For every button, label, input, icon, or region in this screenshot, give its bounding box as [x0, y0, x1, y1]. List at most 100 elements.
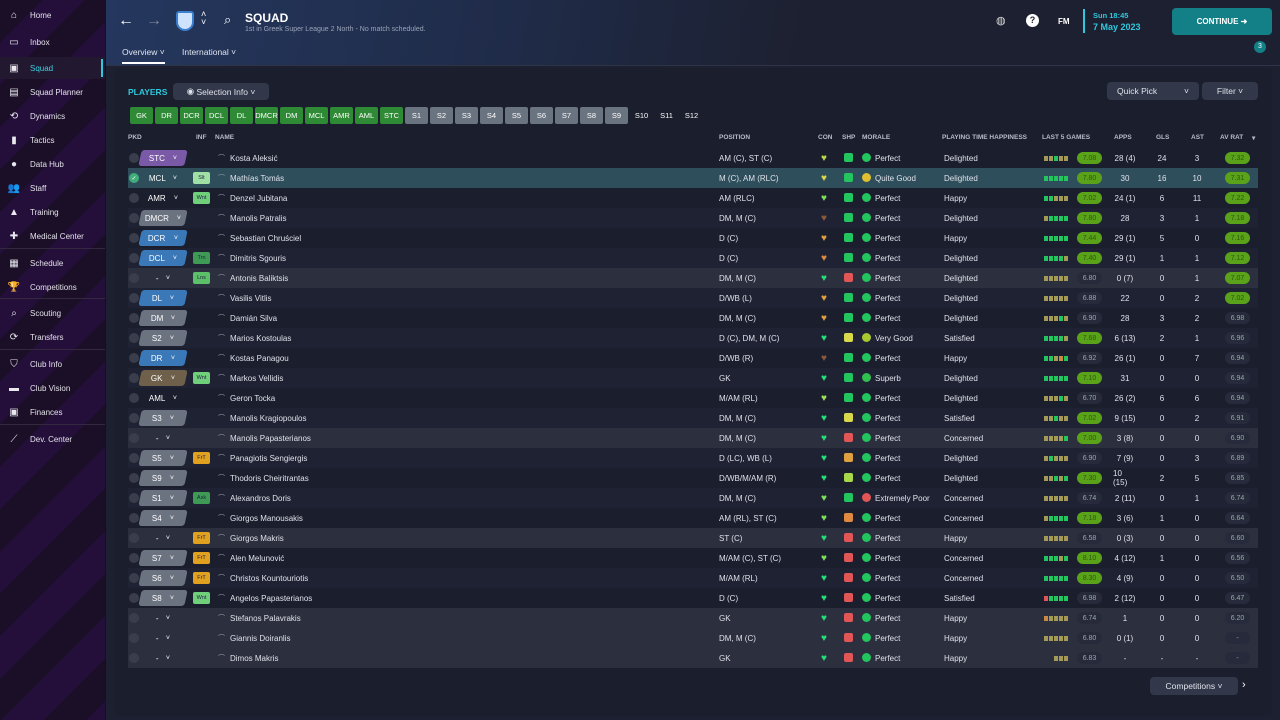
player-name[interactable]: Sebastian Chruściel	[230, 228, 301, 248]
picked-checkbox[interactable]	[129, 153, 139, 163]
player-name[interactable]: Antonis Baliktsis	[230, 268, 288, 288]
player-name[interactable]: Dimos Makris	[230, 648, 278, 668]
table-row[interactable]: - ˅ Lns ⌒ Antonis Baliktsis DM, M (C) ♥ Perfect…	[128, 268, 1258, 288]
chevron-right-icon[interactable]: ›	[1242, 679, 1246, 691]
interaction-badge[interactable]: Wnt	[193, 592, 210, 604]
table-row[interactable]: - ˅ ⌒ Manolis Papasterianos DM, M (C) ♥ Perfec…	[128, 428, 1258, 448]
table-row[interactable]: DCL ˅ Trn ⌒ Dimitris Sgouris D (C) ♥ Perfect Del…	[128, 248, 1258, 268]
position-chip-s10[interactable]: S10	[630, 107, 653, 124]
filter-button[interactable]: Filter ˅	[1202, 82, 1258, 100]
selection-dropdown[interactable]: DCL ˅	[138, 250, 188, 266]
quick-pick-button[interactable]: Quick Pick ˅	[1107, 82, 1199, 100]
player-name[interactable]: Alen Melunović	[230, 548, 284, 568]
table-row[interactable]: S8 ˅ Wnt ⌒ Angelos Papasterianos D (C) ♥ Perfec…	[128, 588, 1258, 608]
sidebar-item-training[interactable]: ▲ Training	[0, 201, 105, 223]
table-row[interactable]: S9 ˅ ⌒ Thodoris Cheiritrantas D/WB/M/AM (R) ♥…	[128, 468, 1258, 488]
picked-checkbox[interactable]	[129, 453, 139, 463]
position-chip-s6[interactable]: S6	[530, 107, 553, 124]
picked-checkbox[interactable]	[129, 593, 139, 603]
player-name[interactable]: Geron Tocka	[230, 388, 275, 408]
column-header-morale[interactable]: MORALE	[862, 134, 890, 141]
selection-dropdown[interactable]: MCL ˅	[138, 170, 187, 186]
column-header-ast[interactable]: AST	[1191, 134, 1204, 141]
position-chip-dl[interactable]: DL	[230, 107, 253, 124]
help-icon[interactable]: ?	[1026, 14, 1039, 27]
selection-dropdown[interactable]: - ˅	[138, 650, 187, 666]
position-chip-dcl[interactable]: DCL	[205, 107, 228, 124]
picked-checkbox[interactable]	[129, 573, 139, 583]
selection-dropdown[interactable]: S6 ˅	[138, 570, 188, 586]
table-row[interactable]: S3 ˅ ⌒ Manolis Kragiopoulos DM, M (C) ♥ Perfec…	[128, 408, 1258, 428]
picked-checkbox[interactable]	[129, 313, 139, 323]
sidebar-item-inbox[interactable]: ▭ Inbox	[0, 31, 105, 53]
column-header-last5[interactable]: LAST 5 GAMES	[1042, 134, 1090, 141]
sidebar-item-home[interactable]: ⌂ Home	[0, 4, 105, 26]
picked-checkbox[interactable]	[129, 653, 139, 663]
picked-checkbox[interactable]	[129, 393, 139, 403]
picked-checkbox[interactable]	[129, 493, 139, 503]
sidebar-item-squad[interactable]: ▣ Squad	[0, 57, 105, 79]
selection-dropdown[interactable]: S4 ˅	[138, 510, 188, 526]
picked-checkbox[interactable]	[129, 293, 139, 303]
column-header-position[interactable]: POSITION	[719, 134, 750, 141]
sidebar-item-scouting[interactable]: ⌕ Scouting	[0, 302, 105, 324]
continue-button[interactable]: CONTINUE ➜	[1172, 8, 1272, 35]
table-row[interactable]: DL ˅ ⌒ Vasilis Vitlis D/WB (L) ♥ Perfect Deligh…	[128, 288, 1258, 308]
position-chip-aml[interactable]: AML	[355, 107, 378, 124]
selection-dropdown[interactable]: AMR ˅	[138, 190, 187, 206]
position-chip-s5[interactable]: S5	[505, 107, 528, 124]
notification-badge[interactable]: 3	[1254, 41, 1266, 53]
selection-dropdown[interactable]: S8 ˅	[138, 590, 188, 606]
picked-checkbox[interactable]	[129, 473, 139, 483]
table-row[interactable]: - ˅ ⌒ Dimos Makris GK ♥ Perfect Happy 6.83- - - -	[128, 648, 1258, 668]
picked-checkbox[interactable]	[129, 413, 139, 423]
selection-dropdown[interactable]: S2 ˅	[138, 330, 188, 346]
picked-checkbox[interactable]	[129, 533, 139, 543]
position-chip-dmcr[interactable]: DMCR	[255, 107, 278, 124]
selection-dropdown[interactable]: - ˅	[138, 270, 187, 286]
interaction-badge[interactable]: FrT	[193, 552, 210, 564]
column-header-avrat[interactable]: AV RAT	[1220, 134, 1243, 141]
player-name[interactable]: Panagiotis Sengiergis	[230, 448, 307, 468]
column-header-name[interactable]: NAME	[215, 134, 234, 141]
selection-dropdown[interactable]: DL ˅	[138, 290, 188, 306]
player-name[interactable]: Manolis Kragiopoulos	[230, 408, 307, 428]
picked-checkbox[interactable]	[129, 253, 139, 263]
selection-dropdown[interactable]: S9 ˅	[138, 470, 188, 486]
table-row[interactable]: DCR ˅ ⌒ Sebastian Chruściel D (C) ♥ Perfect Hap…	[128, 228, 1258, 248]
picked-checkbox[interactable]	[129, 633, 139, 643]
position-chip-s1[interactable]: S1	[405, 107, 428, 124]
player-name[interactable]: Markos Vellidis	[230, 368, 283, 388]
column-header-shp[interactable]: SHP	[842, 134, 855, 141]
player-name[interactable]: Giorgos Makris	[230, 528, 284, 548]
picked-checkbox[interactable]: ✓	[129, 173, 139, 183]
sidebar-item-schedule[interactable]: ▦ Schedule	[0, 252, 105, 274]
sidebar-item-squad-planner[interactable]: ▤ Squad Planner	[0, 81, 105, 103]
picked-checkbox[interactable]	[129, 193, 139, 203]
sidebar-item-club-vision[interactable]: ▬ Club Vision	[0, 377, 105, 399]
position-chip-s11[interactable]: S11	[655, 107, 678, 124]
table-row[interactable]: S1 ˅ Ask ⌒ Alexandros Doris DM, M (C) ♥ Extreme…	[128, 488, 1258, 508]
player-name[interactable]: Angelos Papasterianos	[230, 588, 312, 608]
position-chip-s7[interactable]: S7	[555, 107, 578, 124]
interaction-badge[interactable]: Ask	[193, 492, 210, 504]
selection-dropdown[interactable]: S1 ˅	[138, 490, 188, 506]
player-name[interactable]: Manolis Papasterianos	[230, 428, 311, 448]
picked-checkbox[interactable]	[129, 273, 139, 283]
picked-checkbox[interactable]	[129, 433, 139, 443]
table-row[interactable]: S4 ˅ ⌒ Giorgos Manousakis AM (RL), ST (C) ♥ Pe…	[128, 508, 1258, 528]
search-icon[interactable]: ⌕	[224, 12, 231, 28]
player-name[interactable]: Kosta Aleksić	[230, 148, 278, 168]
table-row[interactable]: S6 ˅ FrT ⌒ Christos Kountouriotis M/AM (RL) ♥ P…	[128, 568, 1258, 588]
sidebar-item-club-info[interactable]: ⛉ Club Info	[0, 353, 105, 375]
position-chip-stc[interactable]: STC	[380, 107, 403, 124]
picked-checkbox[interactable]	[129, 513, 139, 523]
sidebar-item-staff[interactable]: 👥 Staff	[0, 177, 105, 199]
sidebar-item-data-hub[interactable]: ● Data Hub	[0, 153, 105, 175]
tab-international[interactable]: International ˅	[182, 47, 236, 57]
selection-dropdown[interactable]: DMCR ˅	[138, 210, 188, 226]
back-arrow-icon[interactable]: ←	[118, 12, 134, 30]
picked-checkbox[interactable]	[129, 353, 139, 363]
player-name[interactable]: Christos Kountouriotis	[230, 568, 308, 588]
player-name[interactable]: Damián Silva	[230, 308, 277, 328]
